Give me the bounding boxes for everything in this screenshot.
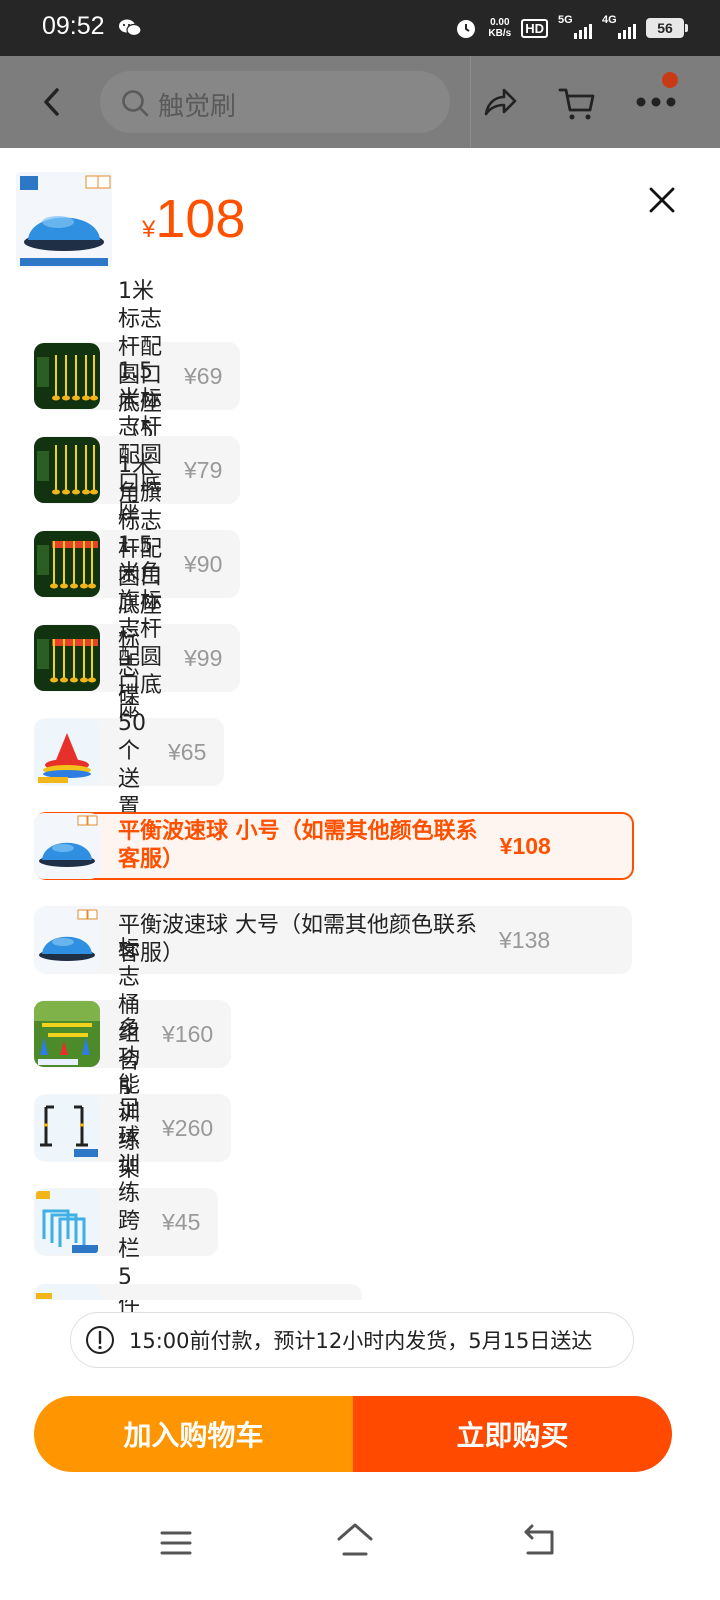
sku-option[interactable]: 标志碟50个送置物架 ¥65 bbox=[34, 627, 225, 876]
sku-option-image bbox=[34, 437, 100, 503]
sku-option-image bbox=[34, 1095, 100, 1161]
sku-option-price: ¥45 bbox=[162, 1208, 201, 1235]
net-speed-value: 0.00 bbox=[490, 17, 510, 28]
sku-option-image bbox=[34, 907, 100, 973]
status-bar: 09:52 0.00 KB/s HD 5G 4G 56 bbox=[0, 0, 720, 56]
system-nav-bar bbox=[0, 1488, 720, 1600]
battery-icon: 56 bbox=[646, 18, 688, 38]
back-nav-icon[interactable] bbox=[522, 1524, 556, 1556]
back-icon[interactable] bbox=[38, 86, 66, 118]
sku-option-price: ¥69 bbox=[184, 362, 223, 389]
search-placeholder: 触觉刷 bbox=[158, 92, 237, 122]
sku-option-image bbox=[34, 719, 100, 785]
sku-option-image bbox=[34, 343, 100, 409]
menu-icon[interactable] bbox=[160, 1530, 192, 1556]
share-icon[interactable] bbox=[482, 84, 518, 120]
sku-option[interactable]: 足球训练跨栏5件套 ¥45 bbox=[34, 1097, 219, 1346]
current-price: ¥108 bbox=[142, 188, 245, 250]
sku-option-partial-image bbox=[34, 1284, 100, 1300]
sku-option-price: ¥160 bbox=[162, 1020, 214, 1047]
net-speed-unit: KB/s bbox=[488, 28, 512, 39]
hd-badge: HD bbox=[521, 18, 548, 38]
sku-option-price: ¥99 bbox=[184, 644, 223, 671]
delivery-notice: 15:00前付款，预计12小时内发货，5月15日送达 bbox=[70, 1312, 634, 1368]
sku-option-price: ¥260 bbox=[162, 1114, 214, 1141]
sku-option-image bbox=[34, 625, 100, 691]
nav-divider bbox=[470, 56, 471, 148]
sku-option-partial-bg bbox=[34, 1284, 362, 1300]
sku-option-price: ¥90 bbox=[184, 550, 223, 577]
info-icon bbox=[86, 1326, 114, 1354]
sku-option-image bbox=[34, 531, 100, 597]
sku-option-image bbox=[34, 813, 100, 879]
sku-option-label-line1: 平衡波速球 小号（如需其他颜色联系 bbox=[118, 819, 478, 844]
sku-option-price: ¥65 bbox=[167, 738, 207, 765]
home-icon[interactable] bbox=[336, 1522, 374, 1556]
sku-option-label: 平衡波速球 大号（如需其他颜色联系 客服） bbox=[118, 912, 477, 968]
sku-option-partial bbox=[0, 1284, 720, 1300]
close-icon[interactable] bbox=[648, 186, 676, 214]
sku-option-price: ¥79 bbox=[184, 456, 223, 483]
notification-dot bbox=[662, 72, 678, 88]
sku-option-price: ¥138 bbox=[499, 926, 551, 953]
selected-product-image[interactable] bbox=[16, 172, 112, 268]
sku-option-image bbox=[34, 1189, 100, 1255]
sku-option-image bbox=[34, 1001, 100, 1067]
sku-option-label: 足球训练跨栏5件套 bbox=[118, 1097, 141, 1346]
buy-now-button[interactable]: 立即购买 bbox=[353, 1396, 672, 1472]
sku-sheet: ¥108 1米标志杆配圆口底座（5组） ¥69 1.5米标志杆配圆口底 bbox=[0, 148, 720, 1600]
wechat-icon bbox=[119, 19, 142, 37]
more-icon[interactable] bbox=[636, 96, 676, 108]
add-to-cart-button[interactable]: 加入购物车 bbox=[34, 1396, 353, 1472]
signal-5g: 5G bbox=[558, 14, 592, 39]
sku-option-label-line1: 平衡波速球 大号（如需其他颜色联系 bbox=[118, 913, 477, 938]
cart-icon[interactable] bbox=[558, 84, 596, 122]
status-indicators: 0.00 KB/s HD 5G 4G 56 bbox=[454, 14, 688, 42]
signal-5g-label: 5G bbox=[558, 14, 573, 26]
sku-option-label-line2: 客服） bbox=[118, 847, 185, 872]
signal-icon bbox=[618, 24, 636, 39]
sku-option-selected[interactable]: 平衡波速球 小号（如需其他颜色联系 客服） ¥108 bbox=[34, 812, 634, 880]
delivery-notice-text: 15:00前付款，预计12小时内发货，5月15日送达 bbox=[129, 1329, 593, 1353]
sku-option-label: 平衡波速球 小号（如需其他颜色联系 客服） bbox=[118, 818, 478, 874]
signal-4g-label: 4G bbox=[602, 14, 617, 26]
action-buttons: 加入购物车 立即购买 bbox=[34, 1396, 672, 1472]
sku-option-price: ¥108 bbox=[499, 832, 551, 859]
signal-icon bbox=[574, 24, 592, 39]
current-price-symbol: ¥ bbox=[142, 216, 156, 243]
balance-ball-image bbox=[16, 172, 112, 268]
signal-4g: 4G bbox=[602, 14, 636, 39]
net-speed: 0.00 KB/s bbox=[488, 17, 511, 39]
search-icon bbox=[122, 90, 149, 117]
alarm-icon bbox=[457, 20, 476, 38]
status-time: 09:52 bbox=[42, 12, 105, 40]
search-input[interactable]: 触觉刷 bbox=[100, 71, 450, 133]
current-price-value: 108 bbox=[155, 189, 246, 249]
top-nav: 触觉刷 bbox=[0, 56, 720, 148]
